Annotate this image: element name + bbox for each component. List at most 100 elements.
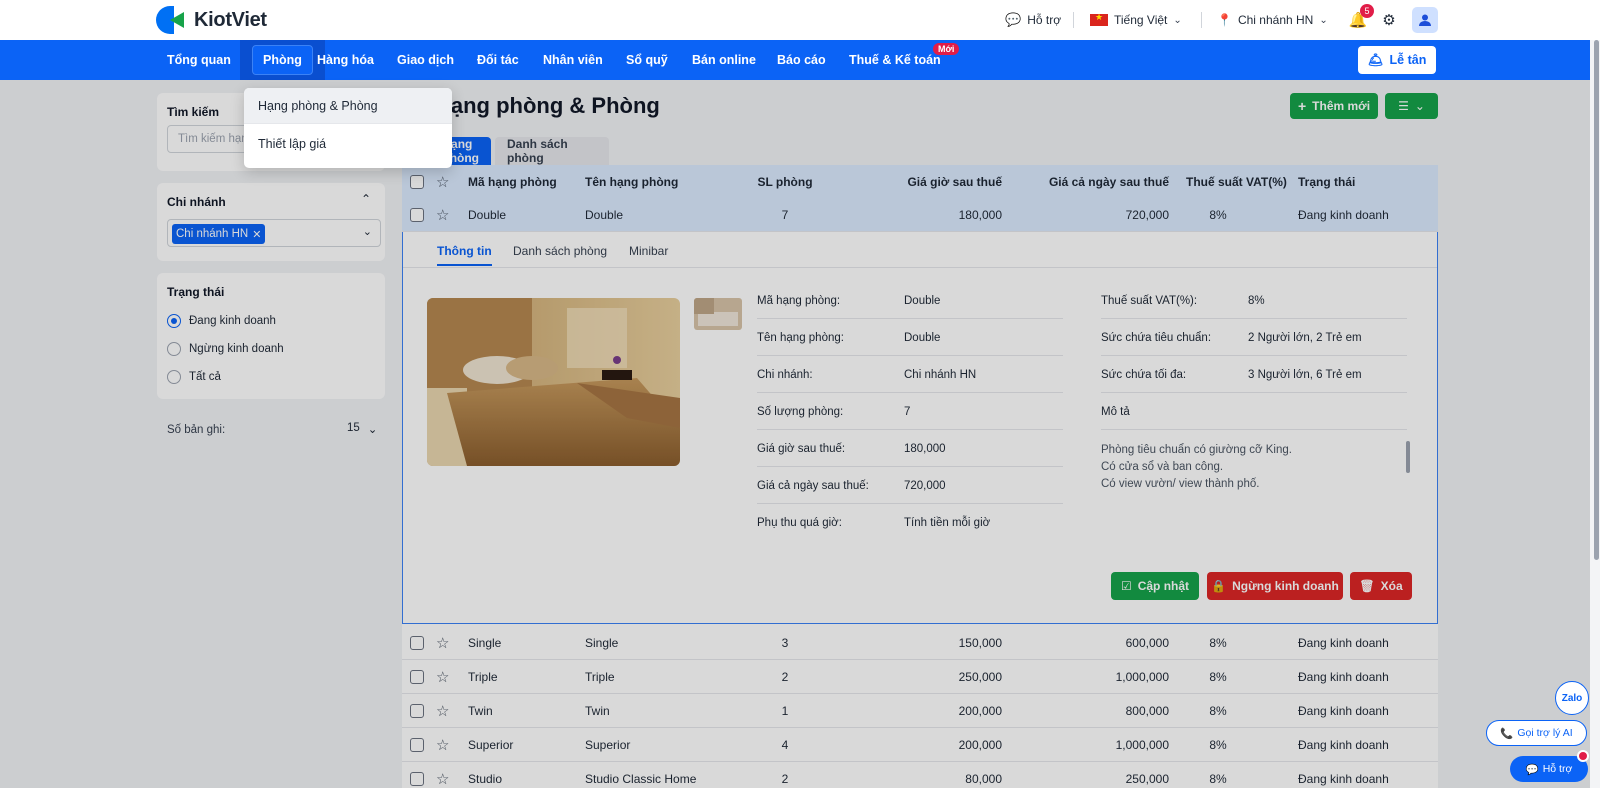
cell-day-price: 600,000: [1125, 635, 1169, 650]
star-icon[interactable]: ☆: [436, 198, 449, 231]
language-select[interactable]: Tiếng Việt ⌄: [1090, 0, 1182, 40]
stop-business-button[interactable]: 🔒 Ngừng kinh doanh: [1207, 572, 1343, 600]
status-option-stopped[interactable]: Ngừng kinh doanh: [167, 342, 284, 356]
cell-code: Double: [468, 207, 507, 222]
select-all-checkbox[interactable]: [410, 165, 424, 198]
update-button[interactable]: ☑ Cập nhật: [1111, 572, 1199, 600]
table-row[interactable]: ☆ Double Double 7 180,000 720,000 8% Đang kinh …: [402, 198, 1438, 232]
help-chat-button[interactable]: 💬 Hỗ trợ: [1510, 756, 1588, 782]
branch-select[interactable]: 📍 Chi nhánh HN ⌄: [1217, 0, 1328, 40]
cell-code: Superior: [468, 737, 514, 752]
detail-tab-minibar[interactable]: Minibar: [629, 244, 668, 258]
kiotviet-logo[interactable]: KiotViet: [156, 4, 267, 36]
delete-button[interactable]: 🗑 Xóa: [1350, 572, 1412, 600]
menu-item-room-types[interactable]: Hạng phòng & Phòng: [244, 88, 452, 124]
th-hour-price[interactable]: Giá giờ sau thuế: [872, 165, 1002, 198]
branch-filter-select[interactable]: Chi nhánh HN ✕ ⌄: [167, 219, 381, 247]
row-checkbox[interactable]: [410, 762, 424, 788]
status-option-active[interactable]: Đang kinh doanh: [167, 314, 276, 328]
cell-vat: 8%: [1209, 669, 1227, 684]
notification-button[interactable]: 🔔 5: [1346, 4, 1374, 32]
table-row[interactable]: ☆ Triple Triple 2 250,000 1,000,000 8% Đang kin…: [402, 660, 1438, 694]
detail-field: Tên hạng phòng: Double: [757, 319, 1063, 356]
nav-tax-accounting[interactable]: Thuế & Kế toán: [849, 40, 941, 80]
detail-field: Sức chứa tiêu chuẩn: 2 Người lớn, 2 Trẻ e…: [1101, 319, 1407, 356]
th-qty[interactable]: SL phòng: [740, 165, 830, 198]
detail-tab-info[interactable]: Thông tin: [437, 244, 492, 266]
status-option-all[interactable]: Tất cả: [167, 370, 221, 384]
star-icon[interactable]: ☆: [436, 728, 449, 761]
reception-button[interactable]: 🛎 Lễ tân: [1358, 46, 1436, 74]
detail-field-value: 2 Người lớn, 2 Trẻ em: [1248, 331, 1362, 344]
table-row[interactable]: ☆ Twin Twin 1 200,000 800,000 8% Đang kinh doan…: [402, 694, 1438, 728]
nav-overview[interactable]: Tổng quan: [167, 40, 231, 80]
description-scrollbar[interactable]: [1406, 441, 1410, 473]
row-checkbox[interactable]: [410, 728, 424, 761]
unread-indicator: [1577, 750, 1589, 762]
th-day-price[interactable]: Giá cả ngày sau thuế: [1002, 165, 1169, 198]
nav-transactions[interactable]: Giao dịch: [397, 40, 454, 80]
add-new-button[interactable]: + Thêm mới: [1290, 93, 1378, 119]
records-select[interactable]: 15 ⌄: [347, 422, 377, 436]
cell-day-price: 800,000: [1125, 703, 1169, 718]
detail-field: Chi nhánh: Chi nhánh HN: [757, 356, 1063, 393]
delete-label: Xóa: [1380, 579, 1403, 593]
star-icon[interactable]: ☆: [436, 165, 449, 198]
nav-cashbook[interactable]: Sổ quỹ: [626, 40, 668, 80]
cell-day-price: 1,000,000: [1115, 737, 1169, 752]
description-line: Có cửa sổ và ban công.: [1101, 461, 1224, 473]
cell-name: Single: [585, 635, 619, 650]
star-icon[interactable]: ☆: [436, 660, 449, 693]
page-scrollbar-thumb[interactable]: [1594, 40, 1599, 560]
row-checkbox[interactable]: [410, 626, 424, 659]
star-icon[interactable]: ☆: [436, 762, 449, 788]
table-row[interactable]: ☆ Studio Studio Classic Home 2 80,000 250,000…: [402, 762, 1438, 788]
nav-staff[interactable]: Nhân viên: [543, 40, 603, 80]
settings-button[interactable]: ⚙: [1377, 8, 1401, 32]
nav-rooms[interactable]: Phòng: [240, 40, 325, 80]
ai-assistant-button[interactable]: 📞 Gọi trợ lý AI: [1486, 720, 1587, 746]
top-bar: KiotViet 💬 Hỗ trợ Tiếng Việt ⌄ 📍 Chi nhá…: [0, 0, 1600, 40]
row-checkbox[interactable]: [410, 660, 424, 693]
table-header: ☆ Mã hạng phòng Tên hạng phòng SL phòng …: [402, 165, 1438, 198]
nav-partners[interactable]: Đối tác: [477, 40, 519, 80]
table-row[interactable]: ☆ Superior Superior 4 200,000 1,000,000 8% Đang…: [402, 728, 1438, 762]
add-new-label: Thêm mới: [1312, 99, 1371, 113]
table-row[interactable]: ☆ Single Single 3 150,000 600,000 8% Đang kinh …: [402, 626, 1438, 660]
room-photo-thumbnail[interactable]: [694, 298, 742, 330]
detail-field: Giá cả ngày sau thuế: 720,000: [757, 467, 1063, 504]
row-checkbox[interactable]: [410, 694, 424, 727]
close-icon[interactable]: ✕: [252, 228, 261, 241]
room-photo[interactable]: [427, 298, 680, 466]
row-checkbox[interactable]: [410, 198, 424, 231]
chevron-up-icon[interactable]: ⌃: [361, 192, 371, 206]
chevron-down-icon: ⌄: [1319, 14, 1328, 26]
detail-field-label: Sức chứa tiêu chuẩn:: [1101, 331, 1212, 344]
support-link[interactable]: 💬 Hỗ trợ: [1005, 0, 1061, 40]
user-avatar[interactable]: [1412, 7, 1438, 33]
detail-field-value: Double: [904, 294, 941, 307]
branch-chip-label: Chi nhánh HN: [176, 228, 249, 240]
cell-hour-price: 150,000: [958, 635, 1002, 650]
cell-code: Single: [468, 635, 502, 650]
th-name[interactable]: Tên hạng phòng: [585, 165, 678, 198]
page-title: Hạng phòng & Phòng: [435, 93, 660, 118]
th-vat[interactable]: Thuế suất VAT(%): [1186, 165, 1287, 198]
th-status[interactable]: Trạng thái: [1298, 165, 1355, 198]
cell-hour-price: 80,000: [965, 771, 1002, 786]
menu-item-price-setup[interactable]: Thiết lập giá: [244, 126, 452, 162]
nav-goods[interactable]: Hàng hóa: [317, 40, 374, 80]
cell-name: Triple: [585, 669, 615, 684]
cell-qty: 3: [781, 635, 789, 650]
nav-online-sales[interactable]: Bán online: [692, 40, 756, 80]
nav-reports[interactable]: Báo cáo: [777, 40, 826, 80]
zalo-chat-button[interactable]: Zalo: [1555, 681, 1589, 715]
cell-vat: 8%: [1209, 703, 1227, 718]
detail-tab-rooms[interactable]: Danh sách phòng: [513, 244, 607, 258]
star-icon[interactable]: ☆: [436, 626, 449, 659]
th-code[interactable]: Mã hạng phòng: [468, 165, 557, 198]
detail-field-label: Số lượng phòng:: [757, 405, 844, 418]
view-options-button[interactable]: ☰ ⌄: [1385, 93, 1438, 119]
tab-room-list[interactable]: Danh sách phòng: [495, 137, 609, 165]
star-icon[interactable]: ☆: [436, 694, 449, 727]
